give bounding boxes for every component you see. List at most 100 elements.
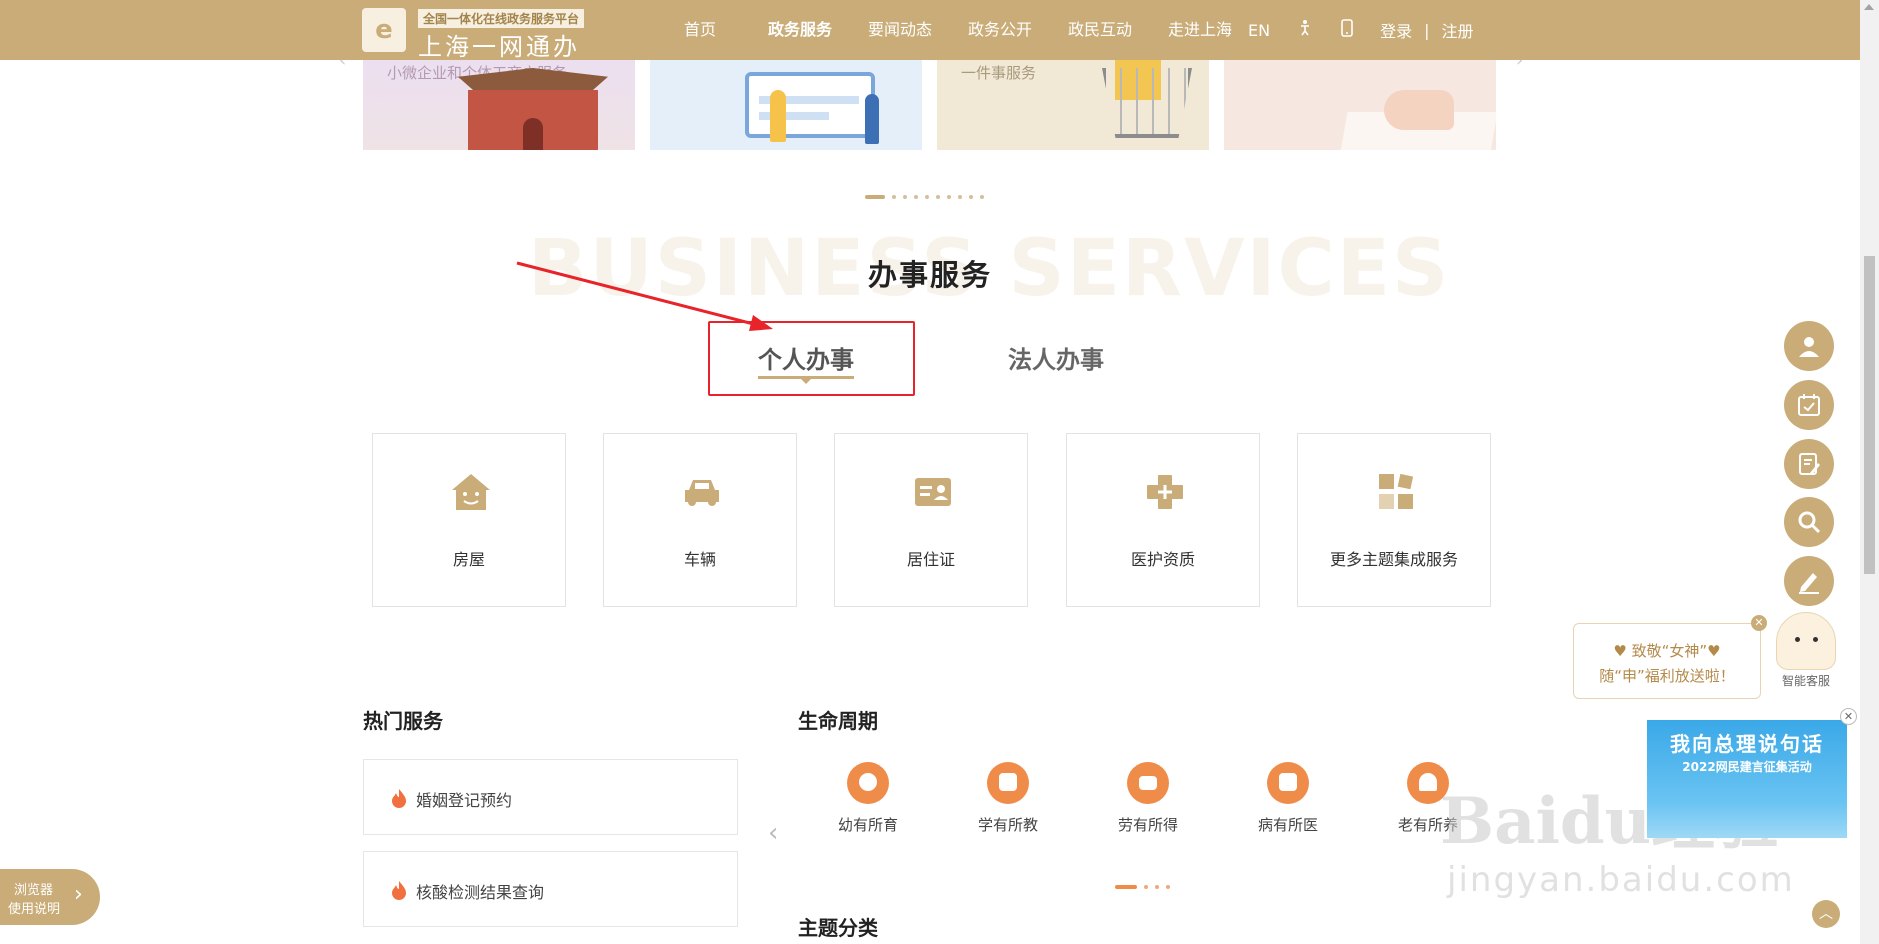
pagination-dot[interactable]: [969, 195, 973, 199]
appointment-button[interactable]: [1784, 380, 1834, 430]
pagination-dot[interactable]: [865, 195, 885, 199]
main-nav: 首页 政务服务 要闻动态 政务公开 政民互动 走进上海: [650, 0, 1250, 60]
service-card-label: 房屋: [452, 550, 485, 569]
tiananmen-illustration: [458, 68, 608, 150]
pen-icon: [1799, 573, 1819, 594]
pagination-dot[interactable]: [1166, 885, 1170, 889]
pagination-dot[interactable]: [1115, 885, 1137, 889]
user-icon: [1799, 337, 1819, 357]
page: e 全国一体化在线政务服务平台 上海一网通办 首页 政务服务 要闻动态 政务公开…: [0, 0, 1879, 944]
pagination-dot[interactable]: [980, 195, 984, 199]
scrollbar-thumb[interactable]: [1864, 256, 1875, 574]
login-link[interactable]: 登录: [1380, 18, 1412, 42]
hospital-icon: [1267, 762, 1309, 804]
life-item-label: 劳有所得: [1117, 816, 1178, 834]
pagination-dot[interactable]: [903, 195, 907, 199]
service-card-label: 居住证: [906, 550, 955, 569]
user-center-button[interactable]: [1784, 321, 1834, 371]
chatbot-avatar[interactable]: [1776, 612, 1836, 670]
life-item-employment[interactable]: 劳有所得: [1098, 762, 1198, 838]
chevron-right-icon: ›: [74, 882, 83, 907]
person-illustration: [770, 90, 786, 142]
banner-card-one-thing[interactable]: 一件事服务: [937, 60, 1209, 150]
browser-guide-button[interactable]: 浏览器 使用说明 ›: [0, 869, 100, 925]
top-header: e 全国一体化在线政务服务平台 上海一网通办 首页 政务服务 要闻动态 政务公开…: [0, 0, 1860, 62]
scroll-up-icon[interactable]: [1864, 4, 1874, 10]
service-card-house[interactable]: 房屋: [372, 433, 566, 607]
promo-close-icon[interactable]: ✕: [1840, 708, 1857, 725]
header-separator: |: [1424, 20, 1430, 40]
service-card-vehicle[interactable]: 车辆: [603, 433, 797, 607]
back-to-top-icon[interactable]: ︿: [1812, 900, 1840, 928]
life-item-education[interactable]: 学有所教: [958, 762, 1058, 838]
browser-guide-line2: 使用说明: [8, 902, 61, 917]
tab-legal[interactable]: 法人办事: [1008, 340, 1104, 375]
nav-news[interactable]: 要闻动态: [850, 0, 950, 60]
register-link[interactable]: 注册: [1441, 18, 1473, 42]
school-icon: [987, 762, 1029, 804]
more-grid-icon: [1379, 473, 1414, 509]
logo-title[interactable]: 上海一网通办: [418, 27, 580, 62]
service-card-label: 车辆: [683, 550, 716, 569]
nav-about-shanghai[interactable]: 走进上海: [1150, 0, 1250, 60]
nav-home[interactable]: 首页: [650, 0, 750, 60]
pagination-dot[interactable]: [947, 195, 951, 199]
person-illustration: [865, 94, 879, 144]
pagination-dot[interactable]: [892, 195, 896, 199]
promo-title: 我向总理说句话: [1670, 732, 1824, 756]
cart-illustration: [1102, 68, 1192, 138]
hot-service-item[interactable]: 婚姻登记预约: [363, 759, 738, 835]
bubble-close-icon[interactable]: ✕: [1751, 615, 1767, 631]
pagination-dot[interactable]: [925, 195, 929, 199]
pagination-dot[interactable]: [936, 195, 940, 199]
promo-banner[interactable]: 我向总理说句话 2022网民建言征集活动: [1647, 720, 1847, 838]
feedback-button[interactable]: [1784, 556, 1834, 606]
banner-card-writing[interactable]: [1224, 60, 1496, 150]
residence-card-icon: [915, 478, 951, 506]
hot-service-label: 婚姻登记预约: [416, 791, 513, 810]
screen-illustration: [745, 72, 875, 138]
life-item-label: 幼有所育: [837, 816, 898, 834]
banner-card-small-business[interactable]: 小微企业和个体工商户服务: [363, 60, 635, 150]
hot-services-title: 热门服务: [363, 709, 443, 733]
header-right: EN 登录 | 注册: [1248, 0, 1500, 60]
life-prev-icon[interactable]: ‹: [768, 818, 778, 848]
browser-guide-line1: 浏览器: [14, 883, 54, 898]
service-card-label: 更多主题集成服务: [1329, 550, 1458, 569]
search-button[interactable]: [1784, 497, 1834, 547]
hand-illustration: [1384, 90, 1454, 130]
lang-switch[interactable]: EN: [1248, 21, 1270, 40]
pagination-dot[interactable]: [958, 195, 962, 199]
hot-flame-icon: [392, 881, 406, 900]
service-card-medical[interactable]: 医护资质: [1066, 433, 1260, 607]
logo-icon[interactable]: e: [362, 8, 406, 52]
nav-gov-services[interactable]: 政务服务: [750, 0, 850, 60]
promo-bubble[interactable]: ♥ 致敬“女神”♥ 随“申”福利放送啦！: [1573, 623, 1761, 699]
logo-subtitle: 全国一体化在线政务服务平台: [418, 9, 585, 28]
mobile-icon[interactable]: [1340, 19, 1354, 41]
theme-category-title: 主题分类: [798, 916, 878, 940]
chatbot-label[interactable]: 智能客服: [1776, 672, 1836, 689]
nav-gov-disclosure[interactable]: 政务公开: [950, 0, 1050, 60]
pagination-dot[interactable]: [914, 195, 918, 199]
life-item-medical[interactable]: 病有所医: [1238, 762, 1338, 838]
life-item-label: 病有所医: [1257, 816, 1318, 834]
service-card-label: 医护资质: [1130, 550, 1195, 569]
annotation-highlight-box: [708, 321, 915, 396]
banner-pagination: [865, 195, 991, 199]
accessibility-icon[interactable]: [1296, 19, 1314, 41]
hot-service-label: 核酸检测结果查询: [416, 883, 545, 902]
service-card-residence-permit[interactable]: 居住证: [834, 433, 1028, 607]
document-edit-icon: [1799, 453, 1820, 475]
forms-button[interactable]: [1784, 439, 1834, 489]
banner-text: 一件事服务: [961, 64, 1037, 82]
pagination-dot[interactable]: [1155, 885, 1159, 889]
banner-card-online[interactable]: [650, 60, 922, 150]
calendar-icon: [1798, 394, 1820, 416]
hot-service-item[interactable]: 核酸检测结果查询: [363, 851, 738, 927]
life-pagination: [1115, 885, 1177, 889]
service-card-more[interactable]: 更多主题集成服务: [1297, 433, 1491, 607]
pagination-dot[interactable]: [1144, 885, 1148, 889]
life-item-childcare[interactable]: 幼有所育: [818, 762, 918, 838]
nav-interaction[interactable]: 政民互动: [1050, 0, 1150, 60]
